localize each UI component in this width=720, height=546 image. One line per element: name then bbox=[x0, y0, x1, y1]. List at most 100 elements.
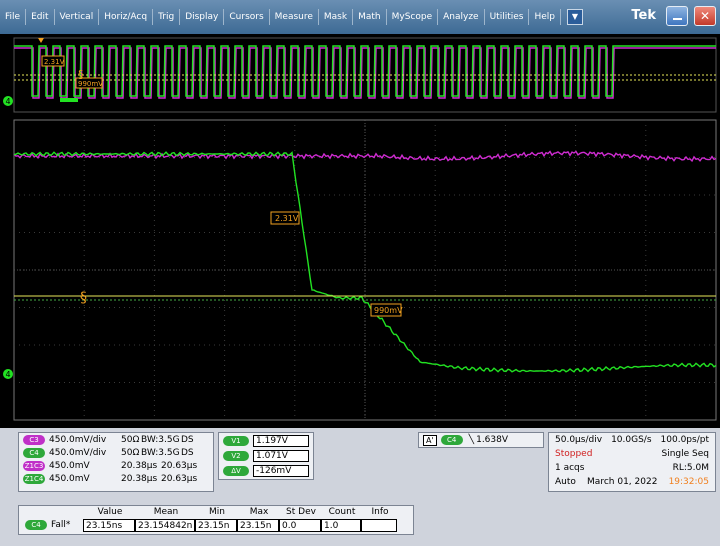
menu-dropdown-icon[interactable]: ▼ bbox=[567, 9, 583, 25]
meas-header: Max bbox=[249, 507, 269, 517]
meas-header: Mean bbox=[153, 507, 179, 517]
menu-vertical[interactable]: Vertical bbox=[55, 9, 100, 25]
cursor-row: ΔV -126mV bbox=[219, 464, 313, 478]
trigger-level: 1.638V bbox=[476, 435, 509, 445]
channel-badge: C3 bbox=[23, 434, 45, 445]
meas-header: St Dev bbox=[286, 507, 316, 517]
menu-utilities[interactable]: Utilities bbox=[485, 9, 530, 25]
cursor-row: V1 1.197V bbox=[219, 434, 313, 448]
menu-myscope[interactable]: MyScope bbox=[387, 9, 439, 25]
channel-scale: 450.0mV bbox=[49, 460, 90, 471]
channel-badge: C4 bbox=[23, 447, 45, 458]
channel-ds: DS bbox=[181, 434, 194, 445]
menu-analyze[interactable]: Analyze bbox=[438, 9, 485, 25]
zoom-time-1: 20.38µs bbox=[121, 473, 158, 484]
acq-time: 19:32:05 bbox=[668, 477, 709, 487]
cursor-label-lower: 990mV bbox=[374, 306, 403, 315]
waveform-canvas: 2.31V 990mV 2.31V 990mV § § 4 4 bbox=[3, 37, 717, 421]
cursor-handle-overview-icon: § bbox=[78, 68, 84, 81]
overview-traces bbox=[14, 45, 716, 99]
channel-row[interactable]: Z1C4 450.0mV 20.38µs 20.63µs bbox=[19, 472, 213, 485]
channel-bandwidth: BW:3.5G bbox=[141, 447, 180, 458]
close-button[interactable]: ✕ bbox=[694, 6, 716, 26]
channel-impedance: 50Ω bbox=[121, 434, 140, 445]
channel-row[interactable]: C4 450.0mV/div 50Ω BW:3.5G DS bbox=[19, 446, 213, 459]
meas-count: 1.0 bbox=[321, 519, 361, 532]
cursor-label: ΔV bbox=[223, 466, 249, 476]
meas-header: Value bbox=[97, 507, 123, 517]
menu-help[interactable]: Help bbox=[529, 9, 561, 25]
menu-horizacq[interactable]: Horiz/Acq bbox=[99, 9, 154, 25]
waveform-display[interactable]: 2.31V 990mV 2.31V 990mV § § 4 4 bbox=[0, 34, 720, 428]
trigger-slope-icon: ╲ bbox=[468, 435, 475, 445]
trigger-position-icon bbox=[38, 38, 44, 43]
minimize-button[interactable] bbox=[666, 6, 688, 26]
meas-mean: 23.154842n bbox=[135, 519, 195, 532]
menu-measure[interactable]: Measure bbox=[270, 9, 319, 25]
channel-badge: Z1C3 bbox=[23, 460, 45, 471]
zoom-window-marker bbox=[60, 98, 78, 102]
cursor-value: 1.071V bbox=[253, 450, 309, 462]
zoom-time-2: 20.63µs bbox=[161, 473, 198, 484]
menu-edit[interactable]: Edit bbox=[26, 9, 55, 25]
channel-ds: DS bbox=[181, 447, 194, 458]
meas-row-label: C4 Fall* bbox=[19, 519, 83, 532]
acq-count: 1 acqs bbox=[555, 463, 585, 473]
overview-label-mid: 990mV bbox=[78, 80, 103, 88]
meas-value: 23.15ns bbox=[83, 519, 135, 532]
acq-date: March 01, 2022 bbox=[587, 477, 658, 487]
timebase: 50.0µs/div bbox=[555, 435, 603, 445]
channel-row[interactable]: Z1C3 450.0mV 20.38µs 20.63µs bbox=[19, 459, 213, 472]
menu-cursors[interactable]: Cursors bbox=[224, 9, 270, 25]
menu-display[interactable]: Display bbox=[180, 9, 225, 25]
meas-header: Count bbox=[328, 507, 356, 517]
channel-impedance: 50Ω bbox=[121, 447, 140, 458]
channel-scale: 450.0mV/div bbox=[49, 434, 107, 445]
sample-rate: 10.0GS/s bbox=[611, 435, 652, 445]
cursor-label: V2 bbox=[223, 451, 249, 461]
ch4-main-marker-label: 4 bbox=[6, 370, 11, 379]
cursor-label: V1 bbox=[223, 436, 249, 446]
menu-math[interactable]: Math bbox=[353, 9, 387, 25]
ch4-overview-marker-label: 4 bbox=[6, 97, 11, 106]
meas-max: 23.15n bbox=[237, 519, 279, 532]
meas-info bbox=[361, 519, 397, 532]
cursor-value: 1.197V bbox=[253, 435, 309, 447]
zoom-time-1: 20.38µs bbox=[121, 460, 158, 471]
measurement-table[interactable]: Value Mean Min Max St Dev Count Info C4 Fall* 23.… bbox=[18, 505, 414, 535]
overview-pulse-trace bbox=[14, 47, 716, 99]
acquisition-panel[interactable]: 50.0µs/div 10.0GS/s 100.0ps/pt Stopped Sing… bbox=[548, 432, 716, 492]
meas-header: Min bbox=[209, 507, 225, 517]
menu-file[interactable]: File bbox=[0, 9, 27, 25]
overview-pulse-trace bbox=[14, 45, 716, 97]
channel-info-panel: C3 450.0mV/div 50Ω BW:3.5G DS C4 450.0mV/div 50… bbox=[18, 432, 214, 492]
channel-scale: 450.0mV/div bbox=[49, 447, 107, 458]
cursor-handle-main-icon: § bbox=[80, 290, 87, 306]
cursor-value: -126mV bbox=[253, 465, 309, 477]
trigger-readout[interactable]: A' C4 ╲ 1.638V bbox=[418, 432, 544, 448]
trigger-channel: C4 bbox=[440, 435, 463, 445]
menu-bar: File Edit Vertical Horiz/Acq Trig Display Curs… bbox=[0, 0, 720, 34]
trigger-tag: A' bbox=[423, 434, 437, 446]
channel-badge: Z1C4 bbox=[23, 473, 45, 484]
overview-label-top: 2.31V bbox=[44, 58, 65, 66]
channel-row[interactable]: C3 450.0mV/div 50Ω BW:3.5G DS bbox=[19, 433, 213, 446]
channel-bandwidth: BW:3.5G bbox=[141, 434, 180, 445]
meas-channel: C4 bbox=[25, 520, 47, 530]
meas-name: Fall* bbox=[51, 520, 71, 530]
meas-header-spacer bbox=[19, 506, 83, 519]
cursor-label-upper: 2.31V bbox=[275, 214, 299, 223]
cursor-readout-panel: V1 1.197V V2 1.071V ΔV -126mV bbox=[218, 432, 314, 480]
menu-mask[interactable]: Mask bbox=[319, 9, 354, 25]
trigger-mode: Auto bbox=[555, 477, 576, 487]
meas-stdev: 0.0 bbox=[279, 519, 321, 532]
acq-mode: Single Seq bbox=[661, 449, 710, 459]
meas-header: Info bbox=[371, 507, 389, 517]
menu-trig[interactable]: Trig bbox=[153, 9, 181, 25]
channel-scale: 450.0mV bbox=[49, 473, 90, 484]
resolution: 100.0ps/pt bbox=[660, 435, 709, 445]
graticule-grid bbox=[14, 120, 716, 420]
brand-logo: Tek bbox=[631, 8, 656, 23]
acq-state: Stopped bbox=[555, 449, 593, 459]
zoom-time-2: 20.63µs bbox=[161, 460, 198, 471]
